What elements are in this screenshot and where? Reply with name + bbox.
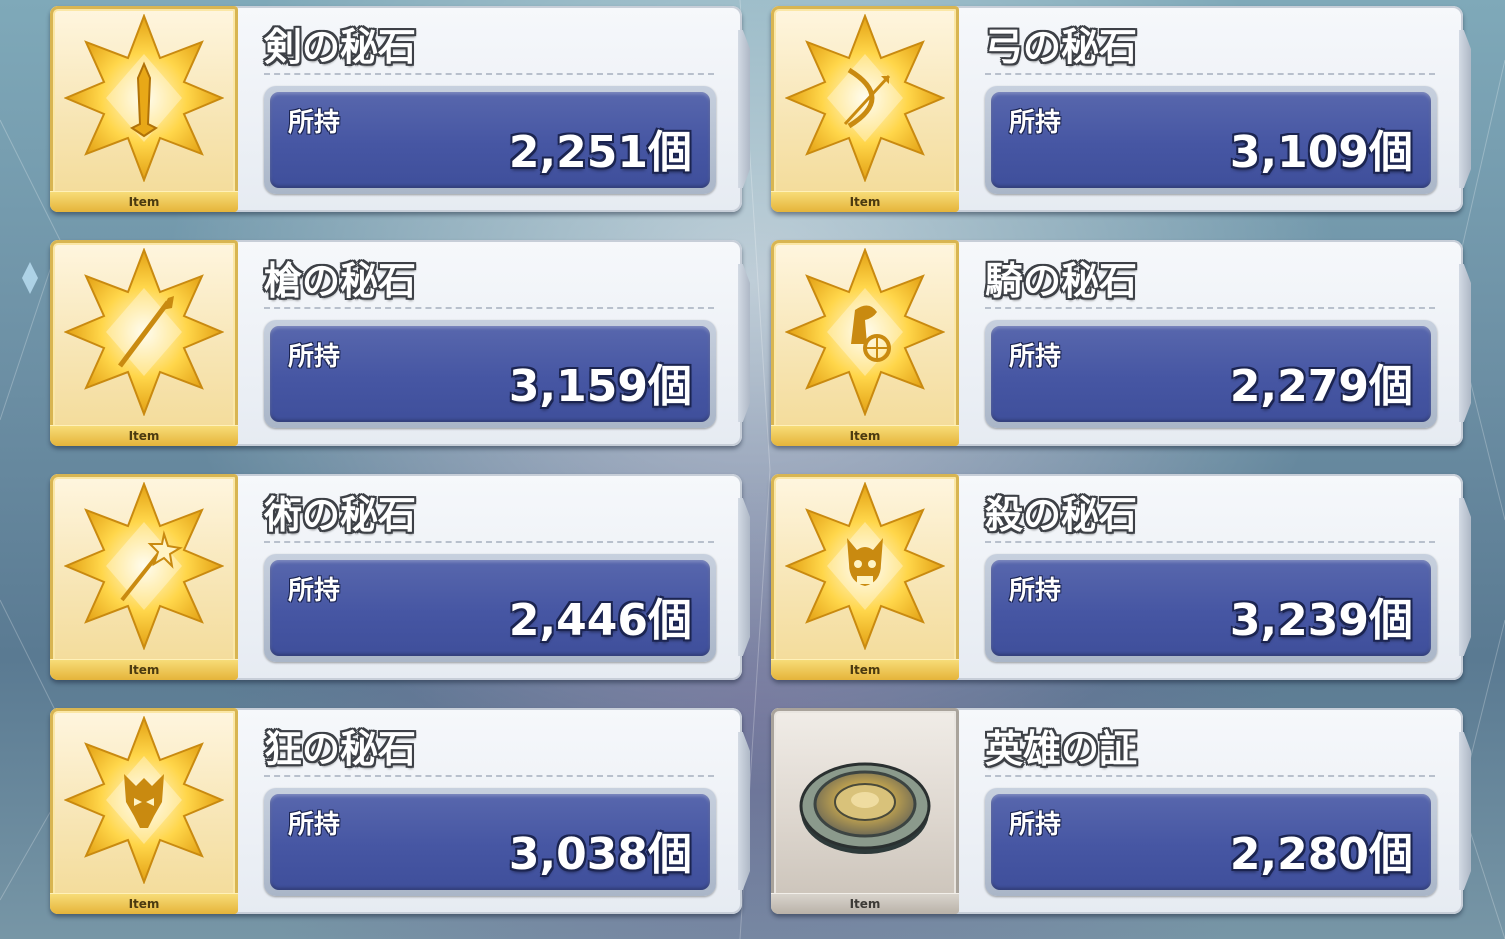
owned-count: 3,109個 (1229, 127, 1413, 178)
owned-count: 3,239個 (1229, 595, 1413, 646)
item-tag: Item (771, 893, 959, 914)
item-tag: Item (50, 893, 238, 914)
item-thumbnail: Item (50, 6, 238, 212)
rider-gem-icon (785, 248, 945, 416)
divider (985, 775, 1435, 777)
item-tag: Item (771, 659, 959, 680)
item-tag: Item (50, 659, 238, 680)
item-name: 術の秘石 (264, 493, 417, 537)
item-thumbnail: Item (771, 6, 959, 212)
archer-gem-icon (785, 14, 945, 182)
item-name: 弓の秘石 (985, 25, 1138, 69)
owned-count-panel: 所持 2,251個 (264, 86, 716, 194)
hero-proof-medal-icon (799, 762, 931, 854)
owned-label: 所持 (288, 108, 341, 138)
item-card-hero-proof[interactable]: Item 英雄の証 所持 2,280個 (771, 708, 1463, 914)
owned-count-panel: 所持 3,038個 (264, 788, 716, 896)
owned-count: 2,251個 (508, 127, 692, 178)
saber-gem-icon (64, 14, 224, 182)
owned-count: 3,038個 (508, 829, 692, 880)
divider (264, 541, 714, 543)
owned-count: 2,280個 (1229, 829, 1413, 880)
item-tag: Item (50, 191, 238, 212)
item-card-berserker-gem[interactable]: Item 狂の秘石 所持 3,038個 (50, 708, 742, 914)
item-thumbnail: Item (50, 708, 238, 914)
item-thumbnail: Item (771, 708, 959, 914)
owned-count: 2,446個 (508, 595, 692, 646)
divider (264, 775, 714, 777)
item-name: 騎の秘石 (985, 259, 1138, 303)
item-card-archer-gem[interactable]: Item 弓の秘石 所持 3,109個 (771, 6, 1463, 212)
owned-label: 所持 (288, 342, 341, 372)
item-tag: Item (771, 191, 959, 212)
owned-label: 所持 (1009, 576, 1062, 606)
item-thumbnail: Item (50, 474, 238, 680)
item-name: 狂の秘石 (264, 727, 417, 771)
item-card-rider-gem[interactable]: Item 騎の秘石 所持 2,279個 (771, 240, 1463, 446)
lancer-gem-icon (64, 248, 224, 416)
item-name: 剣の秘石 (264, 25, 417, 69)
owned-label: 所持 (1009, 342, 1062, 372)
owned-label: 所持 (1009, 810, 1062, 840)
owned-label: 所持 (1009, 108, 1062, 138)
owned-count-panel: 所持 2,446個 (264, 554, 716, 662)
item-tag: Item (771, 425, 959, 446)
item-tag: Item (50, 425, 238, 446)
owned-count-panel: 所持 3,159個 (264, 320, 716, 428)
owned-count: 2,279個 (1229, 361, 1413, 412)
item-thumbnail: Item (771, 240, 959, 446)
divider (264, 307, 714, 309)
item-card-caster-gem[interactable]: Item 術の秘石 所持 2,446個 (50, 474, 742, 680)
owned-count-panel: 所持 3,109個 (985, 86, 1437, 194)
berserker-gem-icon (64, 716, 224, 884)
divider (985, 73, 1435, 75)
item-name: 槍の秘石 (264, 259, 417, 303)
owned-count: 3,159個 (508, 361, 692, 412)
item-card-lancer-gem[interactable]: Item 槍の秘石 所持 3,159個 (50, 240, 742, 446)
owned-count-panel: 所持 2,280個 (985, 788, 1437, 896)
item-thumbnail: Item (50, 240, 238, 446)
item-thumbnail: Item (771, 474, 959, 680)
owned-count-panel: 所持 3,239個 (985, 554, 1437, 662)
item-card-saber-gem[interactable]: Item 剣の秘石 所持 2,251個 (50, 6, 742, 212)
owned-count-panel: 所持 2,279個 (985, 320, 1437, 428)
item-name: 殺の秘石 (985, 493, 1138, 537)
divider (985, 307, 1435, 309)
caster-gem-icon (64, 482, 224, 650)
owned-label: 所持 (288, 576, 341, 606)
item-card-assassin-gem[interactable]: Item 殺の秘石 所持 3,239個 (771, 474, 1463, 680)
assassin-gem-icon (785, 482, 945, 650)
item-name: 英雄の証 (985, 727, 1138, 771)
owned-label: 所持 (288, 810, 341, 840)
divider (264, 73, 714, 75)
divider (985, 541, 1435, 543)
